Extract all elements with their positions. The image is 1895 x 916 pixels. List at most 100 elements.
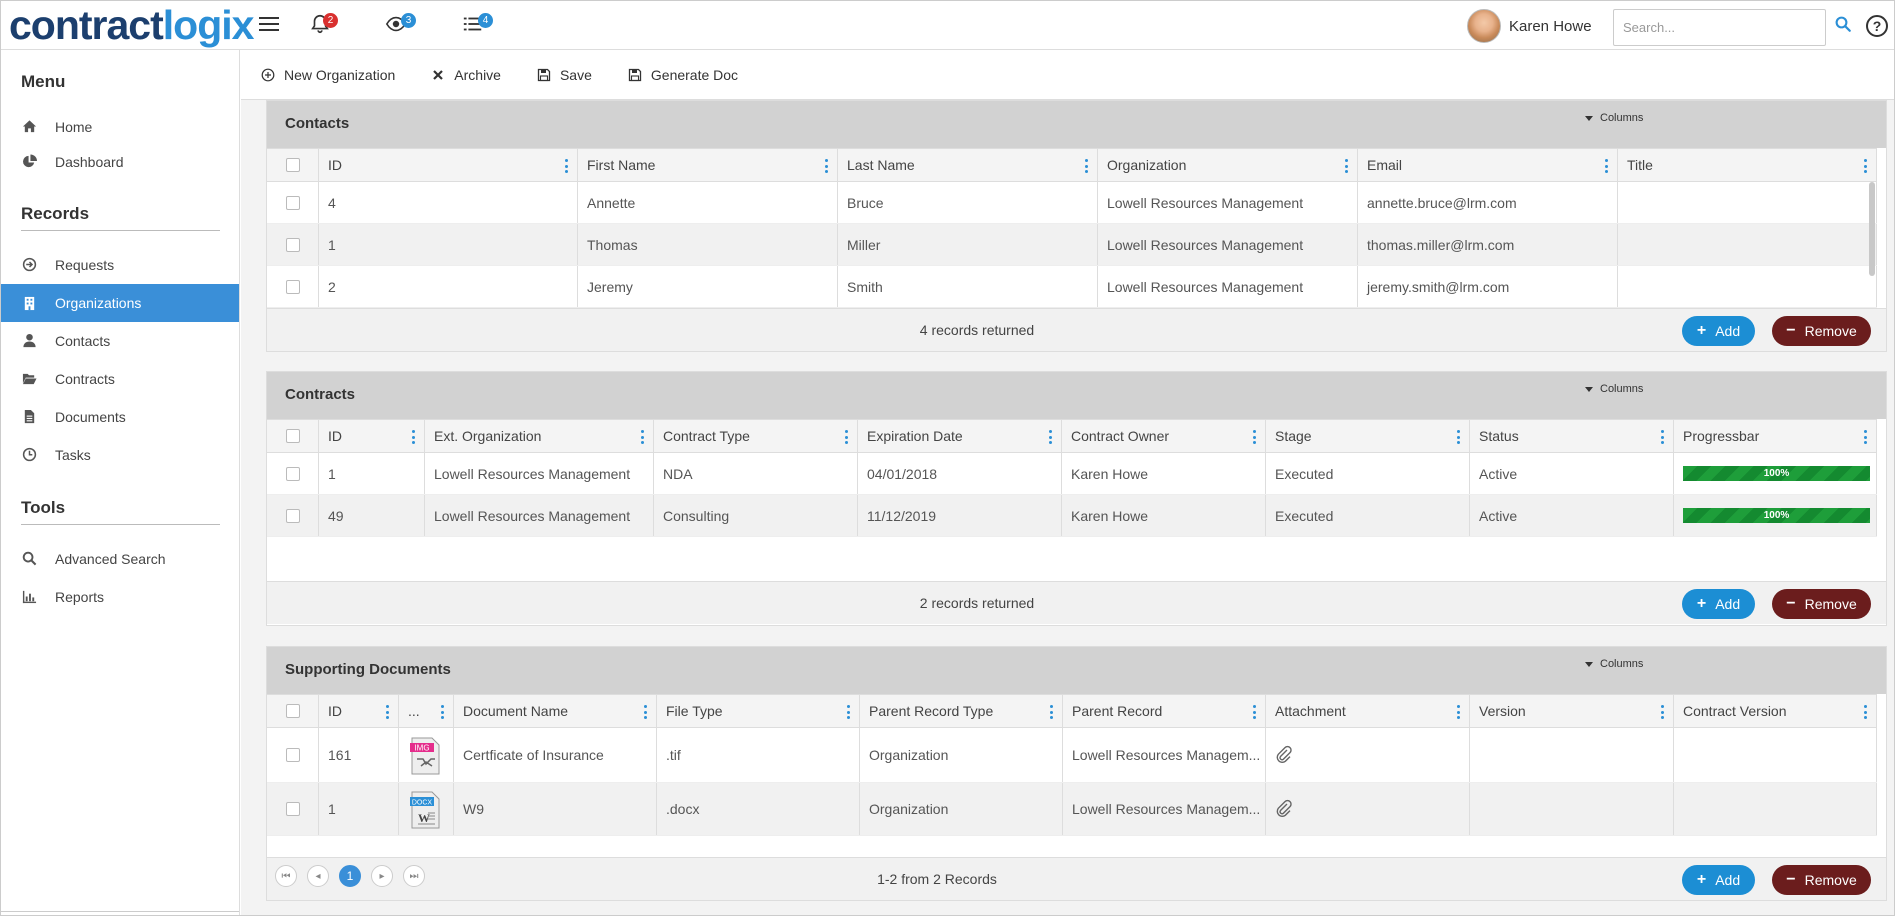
- column-menu-icon[interactable]: [641, 430, 644, 444]
- add-document-button[interactable]: + Add: [1682, 865, 1755, 895]
- column-menu-icon[interactable]: [565, 159, 568, 173]
- notifications-button[interactable]: 2: [309, 13, 338, 37]
- row-checkbox[interactable]: [267, 728, 319, 782]
- row-checkbox[interactable]: [267, 182, 319, 223]
- select-all-checkbox[interactable]: [267, 695, 319, 727]
- row-checkbox[interactable]: [267, 783, 319, 835]
- column-menu-icon[interactable]: [386, 705, 389, 719]
- contacts-columns-button[interactable]: Columns: [1585, 112, 1643, 124]
- column-header[interactable]: Status: [1470, 420, 1674, 452]
- sidebar-item-contracts[interactable]: Contracts: [1, 361, 239, 396]
- sidebar-item-requests[interactable]: Requests: [1, 247, 239, 282]
- column-header[interactable]: Parent Record: [1063, 695, 1266, 727]
- row-checkbox[interactable]: [267, 224, 319, 265]
- row-checkbox[interactable]: [267, 495, 319, 536]
- sidebar-item-documents[interactable]: Documents: [1, 399, 239, 434]
- column-menu-icon[interactable]: [847, 705, 850, 719]
- column-header[interactable]: Document Name: [454, 695, 657, 727]
- table-row[interactable]: 1 DOCX W W9 .docx Organization Lowell Res…: [267, 783, 1877, 836]
- table-row[interactable]: 2 Jeremy Smith Lowell Resources Manageme…: [267, 266, 1877, 308]
- column-menu-icon[interactable]: [1605, 159, 1608, 173]
- table-row[interactable]: 1 Lowell Resources Management NDA 04/01/…: [267, 453, 1877, 495]
- column-header[interactable]: Contract Type: [654, 420, 858, 452]
- column-menu-icon[interactable]: [1661, 430, 1664, 444]
- column-menu-icon[interactable]: [1085, 159, 1088, 173]
- column-menu-icon[interactable]: [1864, 430, 1867, 444]
- column-header[interactable]: Expiration Date: [858, 420, 1062, 452]
- add-contact-button[interactable]: + Add: [1682, 316, 1755, 346]
- hamburger-menu-icon[interactable]: [259, 17, 279, 33]
- sidebar-item-organizations[interactable]: Organizations: [1, 284, 239, 322]
- row-checkbox[interactable]: [267, 266, 319, 307]
- column-header[interactable]: File Type: [657, 695, 860, 727]
- sidebar-item-contacts[interactable]: Contacts: [1, 323, 239, 358]
- column-menu-icon[interactable]: [644, 705, 647, 719]
- archive-button[interactable]: Archive: [431, 67, 501, 83]
- table-row[interactable]: 49 Lowell Resources Management Consultin…: [267, 495, 1877, 537]
- column-menu-icon[interactable]: [1457, 705, 1460, 719]
- column-menu-icon[interactable]: [412, 430, 415, 444]
- column-menu-icon[interactable]: [1661, 705, 1664, 719]
- column-header[interactable]: Ext. Organization: [425, 420, 654, 452]
- column-menu-icon[interactable]: [845, 430, 848, 444]
- column-header[interactable]: Stage: [1266, 420, 1470, 452]
- column-menu-icon[interactable]: [1253, 705, 1256, 719]
- column-menu-icon[interactable]: [1345, 159, 1348, 173]
- cell-attachment[interactable]: [1266, 728, 1470, 782]
- tasks-button[interactable]: 4: [462, 13, 493, 37]
- column-header[interactable]: ID: [319, 695, 399, 727]
- column-menu-icon[interactable]: [1864, 705, 1867, 719]
- user-menu[interactable]: Karen Howe: [1467, 9, 1592, 43]
- column-menu-icon[interactable]: [1457, 430, 1460, 444]
- help-button[interactable]: ?: [1866, 15, 1888, 37]
- column-menu-icon[interactable]: [441, 705, 444, 719]
- column-header[interactable]: Parent Record Type: [860, 695, 1063, 727]
- select-all-checkbox[interactable]: [267, 149, 319, 181]
- column-menu-icon[interactable]: [1253, 430, 1256, 444]
- column-header[interactable]: Contract Owner: [1062, 420, 1266, 452]
- column-header[interactable]: Organization: [1098, 149, 1358, 181]
- remove-contract-button[interactable]: − Remove: [1772, 589, 1871, 619]
- sidebar-item-advanced-search[interactable]: Advanced Search: [1, 541, 239, 576]
- documents-columns-button[interactable]: Columns: [1585, 658, 1643, 670]
- table-row[interactable]: 161 IMG Certficate of Insurance .tif Org…: [267, 728, 1877, 783]
- generate-doc-button[interactable]: Generate Doc: [628, 67, 738, 83]
- add-contract-button[interactable]: + Add: [1682, 589, 1755, 619]
- watch-button[interactable]: 3: [385, 13, 416, 37]
- contracts-columns-button[interactable]: Columns: [1585, 383, 1643, 395]
- column-header[interactable]: Last Name: [838, 149, 1098, 181]
- logo[interactable]: contractlogix: [9, 3, 254, 47]
- column-header[interactable]: ...: [399, 695, 454, 727]
- remove-contact-button[interactable]: − Remove: [1772, 316, 1871, 346]
- sidebar-item-home[interactable]: Home: [1, 109, 239, 144]
- remove-document-button[interactable]: − Remove: [1772, 865, 1871, 895]
- table-row[interactable]: 4 Annette Bruce Lowell Resources Managem…: [267, 182, 1877, 224]
- sidebar-item-dashboard[interactable]: Dashboard: [1, 144, 239, 179]
- column-header[interactable]: ID: [319, 149, 578, 181]
- search-input[interactable]: [1613, 9, 1826, 46]
- column-header[interactable]: Email: [1358, 149, 1618, 181]
- select-all-checkbox[interactable]: [267, 420, 319, 452]
- sidebar-item-reports[interactable]: Reports: [1, 579, 239, 614]
- cell-attachment[interactable]: [1266, 783, 1470, 835]
- column-menu-icon[interactable]: [825, 159, 828, 173]
- column-header[interactable]: Progressbar: [1674, 420, 1877, 452]
- save-button[interactable]: Save: [537, 67, 592, 83]
- column-header[interactable]: Version: [1470, 695, 1674, 727]
- column-menu-icon[interactable]: [1049, 430, 1052, 444]
- column-header[interactable]: Title: [1618, 149, 1877, 181]
- column-header[interactable]: ID: [319, 420, 425, 452]
- new-organization-button[interactable]: New Organization: [261, 67, 395, 83]
- column-header[interactable]: First Name: [578, 149, 838, 181]
- table-row[interactable]: 1 Thomas Miller Lowell Resources Managem…: [267, 224, 1877, 266]
- row-checkbox[interactable]: [267, 453, 319, 494]
- column-menu-icon[interactable]: [1050, 705, 1053, 719]
- column-header[interactable]: Contract Version: [1674, 695, 1877, 727]
- paperclip-icon[interactable]: [1275, 799, 1293, 819]
- paperclip-icon[interactable]: [1275, 745, 1293, 765]
- search-icon[interactable]: [1834, 15, 1852, 33]
- column-header[interactable]: Attachment: [1266, 695, 1470, 727]
- sidebar-item-tasks[interactable]: Tasks: [1, 437, 239, 472]
- scrollbar[interactable]: [1869, 182, 1875, 276]
- column-menu-icon[interactable]: [1864, 159, 1867, 173]
